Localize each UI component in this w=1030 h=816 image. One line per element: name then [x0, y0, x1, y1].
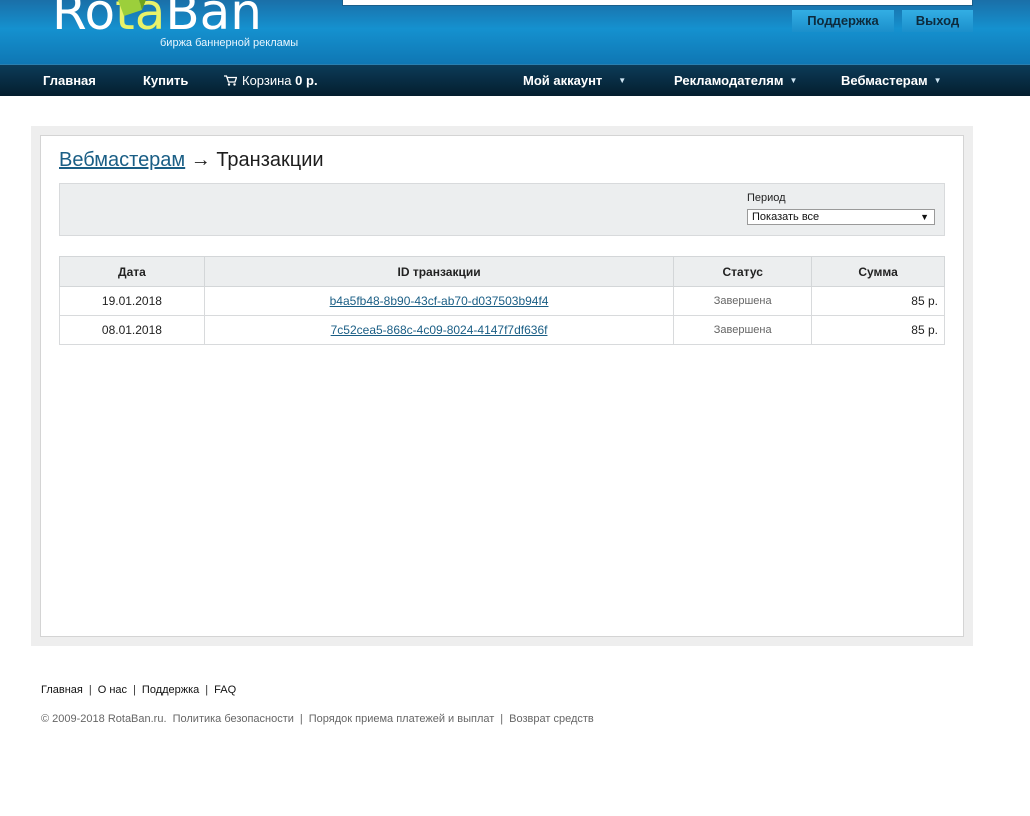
column-header-id: ID транзакции	[203, 256, 675, 287]
cart-icon	[224, 75, 237, 86]
row-status: Завершена	[673, 286, 813, 316]
content-wrapper: Вебмастерам → Транзакции Период Показать…	[31, 126, 973, 646]
exit-button[interactable]: Выход	[902, 10, 973, 32]
support-button[interactable]: Поддержка	[792, 10, 894, 32]
footer-link-about[interactable]: О нас	[98, 684, 127, 696]
nav-webmasters-label: Вебмастерам	[841, 73, 928, 88]
row-sum: 85 р.	[811, 315, 945, 345]
row-date: 08.01.2018	[59, 315, 205, 345]
row-status: Завершена	[673, 315, 813, 345]
breadcrumb-arrow: →	[190, 149, 211, 171]
footer-link-policy[interactable]: Политика безопасности	[173, 713, 294, 725]
logo-text: RotaBan	[52, 0, 262, 41]
transaction-id-link[interactable]: b4a5fb48-8b90-43cf-ab70-d037503b94f4	[330, 294, 549, 308]
page-title: Вебмастерам → Транзакции	[59, 149, 324, 172]
footer-bottom: © 2009-2018 RotaBan.ru. Политика безопас…	[41, 713, 594, 725]
cart-label: Корзина	[242, 73, 292, 88]
site-logo[interactable]: RotaBan	[52, 0, 262, 41]
column-header-status: Статус	[673, 256, 813, 287]
table-row: 08.01.2018 7c52cea5-868c-4c09-8024-4147f…	[59, 315, 945, 345]
breadcrumb-webmasters-link[interactable]: Вебмастерам	[59, 149, 185, 171]
nav-cart[interactable]: Корзина 0 р.	[224, 65, 318, 97]
cart-sum: 0 р.	[295, 73, 318, 88]
footer-link-faq[interactable]: FAQ	[214, 684, 236, 696]
breadcrumb-current: Транзакции	[216, 149, 324, 171]
period-label: Период	[747, 192, 786, 204]
logo-target-icon	[118, 0, 146, 16]
row-id-cell: b4a5fb48-8b90-43cf-ab70-d037503b94f4	[203, 286, 675, 316]
footer-nav: Главная | О нас | Поддержка | FAQ	[41, 684, 236, 696]
column-header-sum: Сумма	[811, 256, 945, 287]
caret-down-icon: ▼	[789, 76, 798, 85]
footer-link-payments[interactable]: Порядок приема платежей и выплат	[309, 713, 495, 725]
column-header-date: Дата	[59, 256, 205, 287]
transactions-table: Дата ID транзакции Статус Сумма 19.01.20…	[59, 256, 945, 345]
dropdown-arrow-icon: ▼	[920, 212, 929, 222]
search-bar[interactable]	[342, 0, 973, 6]
caret-down-icon: ▼	[618, 76, 627, 85]
footer-separator: |	[500, 713, 504, 725]
period-filter: Период Показать все ▼	[59, 183, 945, 236]
nav-advertisers[interactable]: Рекламодателям ▼	[674, 65, 797, 97]
nav-webmasters[interactable]: Вебмастерам ▼	[841, 65, 942, 97]
footer-separator: |	[205, 684, 209, 696]
nav-account-label: Мой аккаунт	[523, 73, 603, 88]
table-header-row: Дата ID транзакции Статус Сумма	[59, 256, 945, 287]
caret-down-icon: ▼	[933, 76, 942, 85]
footer-separator: |	[133, 684, 136, 696]
row-id-cell: 7c52cea5-868c-4c09-8024-4147f7df636f	[203, 315, 675, 345]
site-header: RotaBan биржа баннерной рекламы Поддержк…	[0, 0, 1030, 64]
footer-link-home[interactable]: Главная	[41, 684, 83, 696]
table-row: 19.01.2018 b4a5fb48-8b90-43cf-ab70-d0375…	[59, 286, 945, 316]
footer-link-support[interactable]: Поддержка	[142, 684, 199, 696]
nav-buy[interactable]: Купить	[143, 65, 188, 97]
main-nav: Главная Купить Корзина 0 р. Мой аккаунт ▼…	[0, 64, 1030, 96]
row-sum: 85 р.	[811, 286, 945, 316]
transaction-id-link[interactable]: 7c52cea5-868c-4c09-8024-4147f7df636f	[331, 323, 548, 337]
nav-home[interactable]: Главная	[43, 65, 96, 97]
footer-separator: |	[299, 713, 303, 725]
nav-account[interactable]: Мой аккаунт ▼	[523, 65, 626, 97]
period-select[interactable]: Показать все ▼	[747, 209, 935, 225]
nav-advertisers-label: Рекламодателям	[674, 73, 784, 88]
copyright: © 2009-2018 RotaBan.ru.	[41, 713, 167, 725]
period-select-value: Показать все	[752, 211, 820, 223]
row-date: 19.01.2018	[59, 286, 205, 316]
footer-link-refund[interactable]: Возврат средств	[509, 713, 594, 725]
footer-separator: |	[88, 684, 92, 696]
content-panel: Вебмастерам → Транзакции Период Показать…	[40, 135, 964, 637]
site-tagline: биржа баннерной рекламы	[160, 37, 299, 49]
